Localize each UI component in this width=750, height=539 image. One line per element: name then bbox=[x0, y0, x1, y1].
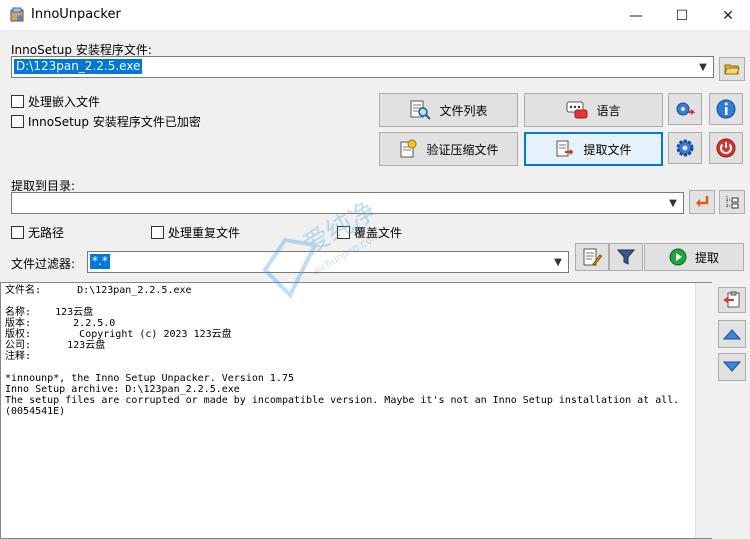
gear-icon bbox=[676, 139, 694, 157]
folder-tree-icon bbox=[726, 196, 739, 209]
process-embedded-label: 处理嵌入文件 bbox=[28, 95, 101, 109]
log-line: 版本: 2.2.5.0 bbox=[5, 318, 116, 329]
filter-value: *.* bbox=[90, 254, 110, 269]
maximize-button[interactable]: ☐ bbox=[659, 0, 705, 31]
chevron-down-icon[interactable]: ▼ bbox=[665, 195, 681, 211]
file-list-label: 文件列表 bbox=[439, 103, 488, 118]
log-line: 版权: Copyright (c) 2023 123云盘 bbox=[5, 329, 232, 340]
duplicates-checkbox[interactable]: 处理重复文件 bbox=[151, 224, 240, 241]
clipboard-arrow-icon bbox=[723, 291, 740, 308]
log-line: Inno Setup archive: D:\123pan_2.2.5.exe bbox=[5, 384, 240, 395]
duplicates-label: 处理重复文件 bbox=[168, 226, 241, 240]
extract-label: 提取 bbox=[694, 250, 719, 265]
app-icon bbox=[10, 7, 24, 22]
no-path-checkbox[interactable]: 无路径 bbox=[11, 224, 64, 241]
info-icon bbox=[716, 99, 736, 119]
verify-archive-label: 验证压缩文件 bbox=[426, 142, 499, 157]
log-line: (0054541E) bbox=[5, 406, 66, 417]
checkbox-box[interactable] bbox=[11, 115, 24, 128]
folder-open-icon bbox=[724, 64, 740, 75]
log-output[interactable]: 文件名: D:\123pan_2.2.5.exe 名称: 123云盘 版本: 2.… bbox=[0, 282, 712, 539]
file-search-icon bbox=[410, 100, 432, 120]
process-embedded-checkbox[interactable]: 处理嵌入文件 bbox=[11, 93, 100, 110]
filter-label: 文件过滤器: bbox=[11, 257, 76, 271]
language-label: 语言 bbox=[596, 103, 621, 118]
copy-log-button[interactable] bbox=[718, 287, 746, 313]
watermark-logo: 爱纯净 aichunjing.com bbox=[262, 200, 382, 299]
filter-button[interactable] bbox=[609, 243, 643, 271]
log-line: 注释: bbox=[5, 351, 32, 362]
encrypted-checkbox[interactable]: InnoSetup 安装程序文件已加密 bbox=[11, 113, 201, 130]
log-line: 公司: 123云盘 bbox=[5, 340, 106, 351]
extract-button[interactable]: 提取 bbox=[644, 243, 744, 271]
info-button[interactable] bbox=[709, 93, 743, 125]
settings-button[interactable] bbox=[668, 132, 702, 164]
funnel-icon bbox=[617, 249, 635, 265]
language-button[interactable]: 语言 bbox=[524, 93, 663, 127]
return-arrow-icon bbox=[696, 196, 709, 207]
setup-file-combo[interactable]: D:\123pan_2.2.5.exe ▼ bbox=[11, 56, 714, 78]
chevron-down-icon[interactable]: ▼ bbox=[695, 59, 711, 75]
exit-button[interactable] bbox=[709, 132, 743, 164]
setup-file-value: D:\123pan_2.2.5.exe bbox=[14, 59, 143, 74]
chevron-down-icon[interactable]: ▼ bbox=[550, 254, 566, 270]
minimize-button[interactable]: — bbox=[613, 0, 659, 31]
log-line: The setup files are corrupted or made by… bbox=[5, 395, 680, 406]
edit-filter-button[interactable] bbox=[575, 243, 609, 271]
extract-files-label: 提取文件 bbox=[583, 142, 632, 157]
edit-list-icon bbox=[583, 248, 602, 266]
close-button[interactable]: ✕ bbox=[705, 0, 750, 31]
window-title: InnoUnpacker bbox=[31, 7, 121, 22]
extract-files-button[interactable]: 提取文件 bbox=[524, 132, 663, 166]
triangle-down-icon bbox=[723, 361, 741, 372]
verify-document-icon bbox=[400, 139, 417, 158]
speech-bubble-icon bbox=[566, 101, 588, 119]
gear-arrow-icon bbox=[676, 102, 696, 116]
log-line: *innounp*, the Inno Setup Unpacker. Vers… bbox=[5, 373, 294, 384]
extract-document-icon bbox=[556, 140, 574, 157]
close-icon: ✕ bbox=[722, 7, 734, 24]
checkbox-box[interactable] bbox=[151, 226, 164, 239]
settings-forward-button[interactable] bbox=[668, 93, 702, 125]
back-dir-button[interactable] bbox=[689, 190, 715, 214]
scroll-up-button[interactable] bbox=[718, 320, 746, 348]
triangle-up-icon bbox=[723, 329, 741, 340]
browse-dir-button[interactable] bbox=[719, 190, 745, 214]
no-path-label: 无路径 bbox=[28, 226, 65, 240]
verify-archive-button[interactable]: 验证压缩文件 bbox=[379, 132, 518, 166]
checkbox-box[interactable] bbox=[11, 226, 24, 239]
encrypted-label: InnoSetup 安装程序文件已加密 bbox=[28, 115, 201, 129]
scroll-down-button[interactable] bbox=[718, 353, 746, 381]
browse-file-button[interactable] bbox=[719, 57, 745, 81]
power-icon bbox=[716, 138, 736, 158]
maximize-icon: ☐ bbox=[675, 7, 689, 24]
play-icon bbox=[669, 248, 687, 266]
minimize-icon: — bbox=[629, 7, 643, 24]
checkbox-box[interactable] bbox=[11, 95, 24, 108]
file-list-button[interactable]: 文件列表 bbox=[379, 93, 518, 127]
log-scrollbar[interactable] bbox=[695, 283, 712, 538]
